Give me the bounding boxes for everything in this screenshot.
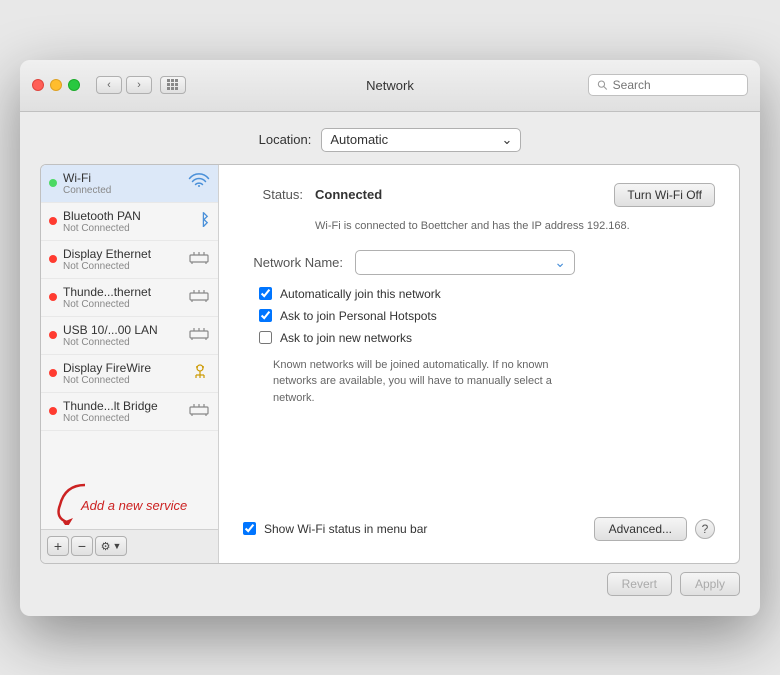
status-label: Status: <box>243 187 303 202</box>
body-split: Wi-Fi Connected <box>40 164 740 564</box>
checkbox-new-networks: Ask to join new networks <box>259 331 715 345</box>
sidebar-item-status-wifi: Connected <box>63 185 182 196</box>
sidebar-item-name-firewire: Display FireWire <box>63 361 184 375</box>
sidebar-item-name-thunderbolt-bridge: Thunde...lt Bridge <box>63 399 182 413</box>
sidebar-item-name-wifi: Wi-Fi <box>63 171 182 185</box>
bottom-bar: Show Wi-Fi status in menu bar Advanced..… <box>243 507 715 545</box>
status-dot-wifi <box>49 179 57 187</box>
network-name-select[interactable]: ⌄ <box>355 250 575 275</box>
search-bar[interactable] <box>588 74 748 96</box>
sidebar-item-wifi[interactable]: Wi-Fi Connected <box>41 165 218 203</box>
sidebar-item-display-ethernet[interactable]: Display Ethernet Not Connected <box>41 241 218 279</box>
sidebar-item-status-thunderbolt-bridge: Not Connected <box>63 413 182 424</box>
annotation-area: Add a new service <box>41 479 218 529</box>
firewire-icon <box>190 363 210 384</box>
sidebar-list: Wi-Fi Connected <box>41 165 218 479</box>
personal-hotspot-checkbox[interactable] <box>259 309 272 322</box>
nav-buttons: ‹ › <box>96 76 152 94</box>
forward-button[interactable]: › <box>126 76 152 94</box>
checkboxes-area: Automatically join this network Ask to j… <box>259 287 715 345</box>
location-value: Automatic <box>330 132 388 147</box>
auto-join-checkbox[interactable] <box>259 287 272 300</box>
sidebar-item-thunderbolt-bridge[interactable]: Thunde...lt Bridge Not Connected <box>41 393 218 431</box>
sidebar-item-name-usb-lan: USB 10/...00 LAN <box>63 323 182 337</box>
network-preferences-window: ‹ › Network <box>20 60 760 616</box>
annotation-arrow <box>45 480 105 525</box>
minimize-button[interactable] <box>50 79 62 91</box>
show-wifi-checkbox[interactable] <box>243 522 256 535</box>
main-content: Location: Automatic ⌄ Wi-Fi Connected <box>20 112 760 616</box>
sidebar-item-status-display-ethernet: Not Connected <box>63 261 182 272</box>
right-panel: Status: Connected Turn Wi-Fi Off Wi-Fi i… <box>219 165 739 563</box>
checkbox-personal-hotspot: Ask to join Personal Hotspots <box>259 309 715 323</box>
sidebar-item-name-display-ethernet: Display Ethernet <box>63 247 182 261</box>
sidebar-item-status-thunderbolt-ethernet: Not Connected <box>63 299 182 310</box>
advanced-button[interactable]: Advanced... <box>594 517 687 541</box>
status-dot-usb-lan <box>49 331 57 339</box>
known-networks-description: Known networks will be joined automatica… <box>273 357 593 407</box>
add-service-button[interactable]: + <box>47 536 69 556</box>
gear-menu-button[interactable]: ⚙ ▼ <box>95 536 127 556</box>
network-select-arrow-icon: ⌄ <box>554 254 566 271</box>
status-row: Status: Connected Turn Wi-Fi Off <box>243 183 715 207</box>
revert-button[interactable]: Revert <box>607 572 672 596</box>
window-title: Network <box>366 78 414 93</box>
advanced-area: Advanced... ? <box>594 517 715 541</box>
maximize-button[interactable] <box>68 79 80 91</box>
gear-arrow-icon: ▼ <box>112 541 121 551</box>
ethernet-icon-4 <box>188 403 210 420</box>
location-select[interactable]: Automatic ⌄ <box>321 128 521 152</box>
turn-wifi-button[interactable]: Turn Wi-Fi Off <box>614 183 715 207</box>
sidebar-item-status-usb-lan: Not Connected <box>63 337 182 348</box>
grid-button[interactable] <box>160 76 186 94</box>
help-button[interactable]: ? <box>695 519 715 539</box>
status-dot-display-ethernet <box>49 255 57 263</box>
checkbox-auto-join: Automatically join this network <box>259 287 715 301</box>
network-name-label: Network Name: <box>243 255 343 270</box>
sidebar-item-name-thunderbolt-ethernet: Thunde...thernet <box>63 285 182 299</box>
traffic-lights <box>32 79 80 91</box>
status-dot-thunderbolt-ethernet <box>49 293 57 301</box>
bluetooth-icon: ᛒ <box>200 212 210 230</box>
status-value: Connected <box>315 187 382 202</box>
personal-hotspot-label: Ask to join Personal Hotspots <box>280 309 437 323</box>
titlebar: ‹ › Network <box>20 60 760 112</box>
location-label: Location: <box>259 132 312 147</box>
status-description: Wi-Fi is connected to Boettcher and has … <box>315 219 715 234</box>
back-button[interactable]: ‹ <box>96 76 122 94</box>
status-dot-firewire <box>49 369 57 377</box>
show-wifi-row: Show Wi-Fi status in menu bar <box>243 522 427 536</box>
sidebar: Wi-Fi Connected <box>41 165 219 563</box>
status-dot-bluetooth <box>49 217 57 225</box>
sidebar-bottom-bar: + − ⚙ ▼ <box>41 529 218 563</box>
show-wifi-label: Show Wi-Fi status in menu bar <box>264 522 427 536</box>
location-bar: Location: Automatic ⌄ <box>40 128 740 152</box>
sidebar-item-thunderbolt-ethernet[interactable]: Thunde...thernet Not Connected <box>41 279 218 317</box>
sidebar-item-display-firewire[interactable]: Display FireWire Not Connected <box>41 355 218 393</box>
spacer <box>243 418 715 494</box>
gear-icon: ⚙ <box>101 540 111 553</box>
close-button[interactable] <box>32 79 44 91</box>
search-icon <box>597 79 608 91</box>
ethernet-icon-3 <box>188 327 210 344</box>
new-networks-label: Ask to join new networks <box>280 331 412 345</box>
status-dot-thunderbolt-bridge <box>49 407 57 415</box>
location-arrow-icon: ⌄ <box>501 132 512 148</box>
ethernet-icon-1 <box>188 251 210 268</box>
search-input[interactable] <box>613 78 739 92</box>
auto-join-label: Automatically join this network <box>280 287 441 301</box>
sidebar-item-bluetooth-pan[interactable]: Bluetooth PAN Not Connected ᛒ <box>41 203 218 241</box>
sidebar-item-usb-lan[interactable]: USB 10/...00 LAN Not Connected <box>41 317 218 355</box>
remove-service-button[interactable]: − <box>71 536 93 556</box>
sidebar-item-name-bluetooth: Bluetooth PAN <box>63 209 194 223</box>
wifi-icon <box>188 173 210 194</box>
network-name-row: Network Name: ⌄ <box>243 250 715 275</box>
new-networks-checkbox[interactable] <box>259 331 272 344</box>
action-buttons: Revert Apply <box>40 564 740 600</box>
sidebar-item-status-bluetooth: Not Connected <box>63 223 194 234</box>
apply-button[interactable]: Apply <box>680 572 740 596</box>
sidebar-item-status-firewire: Not Connected <box>63 375 184 386</box>
ethernet-icon-2 <box>188 289 210 306</box>
